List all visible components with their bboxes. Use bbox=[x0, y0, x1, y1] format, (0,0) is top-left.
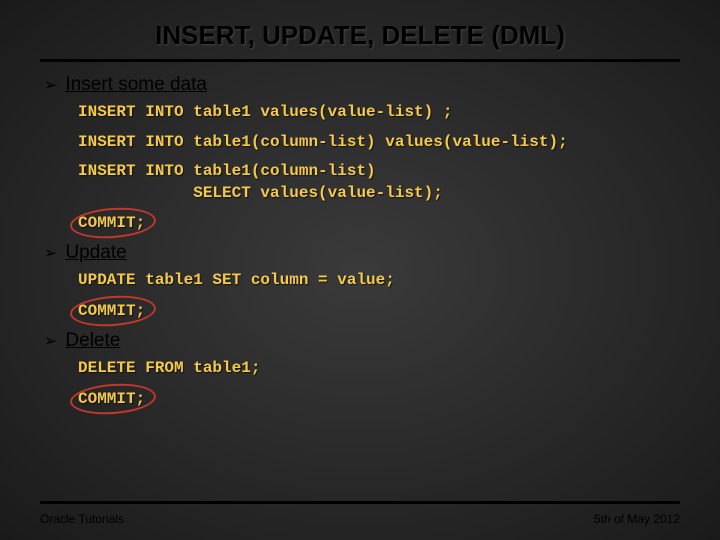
commit-update-wrap: COMMIT; bbox=[44, 302, 145, 320]
commit-insert: COMMIT; bbox=[78, 214, 145, 232]
heading-insert: Insert some data bbox=[65, 74, 207, 96]
bullet-update: ➢ Update bbox=[44, 242, 680, 264]
footer-left: Oracle Tutorials bbox=[40, 512, 124, 526]
slide: INSERT, UPDATE, DELETE (DML) ➢ Insert so… bbox=[0, 0, 720, 540]
heading-update: Update bbox=[65, 242, 126, 264]
arrow-icon: ➢ bbox=[44, 78, 57, 94]
code-insert-2: INSERT INTO table1(column-list) values(v… bbox=[44, 132, 680, 154]
bullet-insert: ➢ Insert some data bbox=[44, 74, 680, 96]
arrow-icon: ➢ bbox=[44, 246, 57, 262]
arrow-icon: ➢ bbox=[44, 334, 57, 350]
commit-update: COMMIT; bbox=[78, 302, 145, 320]
code-delete-1: DELETE FROM table1; bbox=[44, 358, 680, 380]
commit-delete: COMMIT; bbox=[78, 390, 145, 408]
content-area: ➢ Insert some data INSERT INTO table1 va… bbox=[40, 74, 680, 414]
slide-title: INSERT, UPDATE, DELETE (DML) bbox=[40, 20, 680, 62]
commit-delete-wrap: COMMIT; bbox=[44, 390, 145, 408]
code-insert-1: INSERT INTO table1 values(value-list) ; bbox=[44, 102, 680, 124]
heading-delete: Delete bbox=[65, 330, 120, 352]
code-update-1: UPDATE table1 SET column = value; bbox=[44, 270, 680, 292]
commit-insert-wrap: COMMIT; bbox=[44, 214, 145, 232]
bullet-delete: ➢ Delete bbox=[44, 330, 680, 352]
code-insert-3: INSERT INTO table1(column-list) SELECT v… bbox=[44, 161, 680, 204]
footer-right: 5th of May 2012 bbox=[594, 512, 680, 526]
footer: Oracle Tutorials 5th of May 2012 bbox=[40, 501, 680, 526]
